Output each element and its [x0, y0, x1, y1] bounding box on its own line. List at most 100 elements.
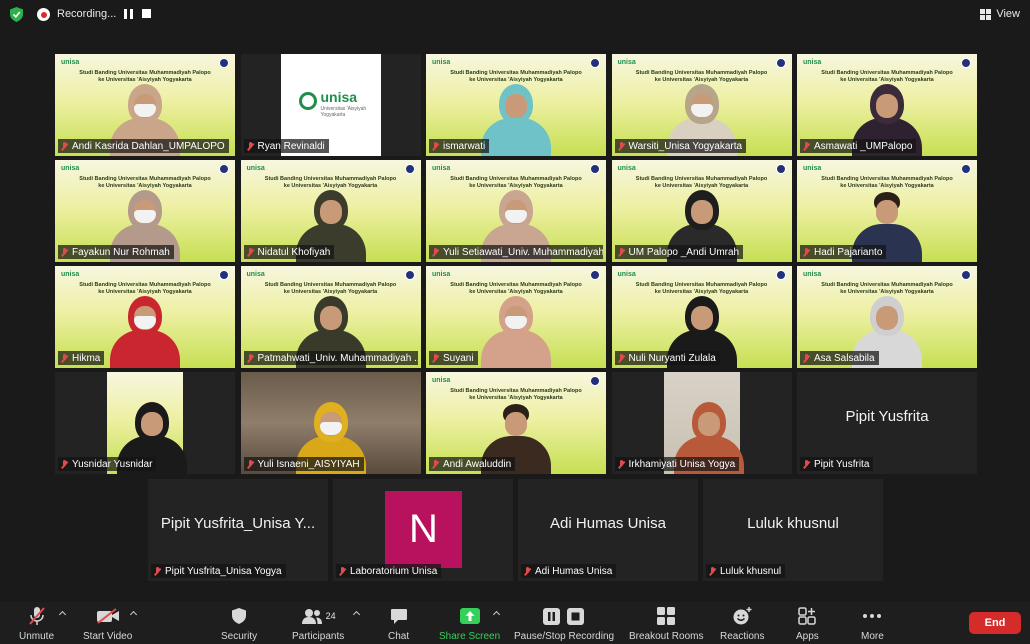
reactions-button[interactable]: Reactions: [720, 606, 764, 642]
smiley-plus-icon: [732, 606, 752, 626]
participant-tile[interactable]: unisa Studi Banding Universitas Muhammadi…: [55, 266, 235, 368]
slide-brand: unisa: [617, 59, 636, 66]
muted-mic-icon: [618, 141, 625, 151]
slide-brand: unisa: [617, 165, 636, 172]
apps-icon: [798, 606, 817, 626]
unisa-logo-icon: [298, 92, 317, 110]
participant-tile[interactable]: unisa Studi Banding Universitas Muhammadi…: [611, 160, 792, 262]
participants-button[interactable]: 24 Participants: [292, 606, 344, 642]
slide-brand: unisa: [432, 271, 451, 278]
slide-brand: unisa: [803, 59, 822, 66]
muted-mic-icon: [803, 247, 810, 257]
participant-name-tag: Asmawati _UMPalopo: [800, 139, 917, 153]
gallery-grid-last-row: Pipit Yusfrita_Unisa Y... Pipit Yusfrita_…: [148, 479, 883, 581]
participant-name: Adi Humas Unisa: [535, 565, 613, 577]
participant-tile[interactable]: unisa Universitas 'Aisyiyah Yogyakarta Rya…: [240, 54, 421, 156]
start-video-button[interactable]: Start Video: [83, 606, 132, 642]
pause-recording-icon[interactable]: [124, 9, 133, 19]
university-seal-icon: [590, 376, 600, 386]
muted-mic-icon: [432, 141, 439, 151]
participant-name-tag: Adi Humas Unisa: [521, 564, 617, 578]
participants-label: Participants: [292, 631, 345, 642]
participants-icon: 24: [301, 606, 336, 626]
participant-tile[interactable]: Adi Humas Unisa Adi Humas Unisa: [518, 479, 698, 581]
participant-tile[interactable]: unisa Studi Banding Universitas Muhammadi…: [240, 160, 421, 262]
participant-name: Fayakun Nur Rohmah: [72, 246, 170, 258]
apps-button[interactable]: Apps: [796, 606, 819, 642]
participant-tile[interactable]: unisa Studi Banding Universitas Muhammadi…: [240, 266, 421, 368]
participant-tile[interactable]: Pipit Yusfrita_Unisa Y... Pipit Yusfrita_…: [148, 479, 328, 581]
audio-options-chevron-icon[interactable]: [58, 610, 67, 619]
unmute-button[interactable]: Unmute: [19, 606, 54, 642]
participant-tile[interactable]: unisa Studi Banding Universitas Muhammadi…: [426, 372, 606, 474]
participant-tile[interactable]: unisa Studi Banding Universitas Muhammadi…: [797, 54, 977, 156]
participant-tile[interactable]: Pipit Yusfrita Pipit Yusfrita: [797, 372, 977, 474]
participant-name-tag: Laboratorium Unisa: [336, 564, 442, 578]
security-button[interactable]: Security: [221, 606, 257, 642]
participant-name: Andi Kasrida Dahlan_UMPALOPO: [72, 140, 225, 152]
participant-video-figure: [110, 288, 180, 368]
participant-name: Nuli Nuryanti Zulala: [628, 352, 716, 364]
participant-display-name: Luluk khusnul: [747, 515, 839, 532]
muted-mic-icon: [432, 353, 439, 363]
participant-display-name: Pipit Yusfrita: [845, 408, 929, 425]
view-label: View: [996, 8, 1020, 20]
meeting-top-bar: Recording... View: [0, 0, 1030, 30]
gallery-grid-icon: [980, 8, 992, 20]
share-screen-button[interactable]: Share Screen: [439, 606, 500, 642]
logo-subtitle: Universitas 'Aisyiyah Yogyakarta: [320, 106, 367, 118]
breakout-rooms-button[interactable]: Breakout Rooms: [629, 606, 703, 642]
muted-mic-icon: [803, 141, 810, 151]
participant-tile[interactable]: unisa Studi Banding Universitas Muhammadi…: [797, 266, 977, 368]
university-seal-icon: [775, 164, 786, 174]
chat-button[interactable]: Chat: [388, 606, 409, 642]
view-button[interactable]: View: [980, 8, 1020, 20]
participant-tile[interactable]: Luluk khusnul Luluk khusnul: [703, 479, 883, 581]
participant-tile[interactable]: unisa Studi Banding Universitas Muhammadi…: [55, 54, 235, 156]
participant-name: Asmawati _UMPalopo: [814, 140, 913, 152]
participant-name-tag: Ryan Revinaldi: [243, 139, 329, 153]
university-seal-icon: [590, 164, 600, 174]
university-seal-icon: [961, 164, 971, 174]
participant-name-tag: Pipit Yusfrita: [800, 457, 874, 471]
participant-name: Yusnidar Yusnidar: [72, 458, 153, 470]
participant-tile[interactable]: Yuli Isnaeni_AISYIYAH: [240, 372, 421, 474]
participant-name: Suyani: [443, 352, 474, 364]
slide-brand: unisa: [246, 271, 265, 278]
participant-name: Asa Salsabila: [814, 352, 875, 364]
chat-label: Chat: [388, 631, 410, 642]
participant-tile[interactable]: N Laboratorium Unisa: [333, 479, 513, 581]
participant-tile[interactable]: unisa Studi Banding Universitas Muhammadi…: [797, 160, 977, 262]
muted-mic-icon: [61, 353, 68, 363]
muted-mic-icon: [28, 606, 46, 626]
participant-tile[interactable]: unisa Studi Banding Universitas Muhammadi…: [426, 160, 606, 262]
participant-name-tag: Yusnidar Yusnidar: [58, 457, 157, 471]
participant-tile[interactable]: unisa Studi Banding Universitas Muhammadi…: [611, 54, 792, 156]
participant-name-tag: Hadi Pajarianto: [800, 245, 887, 259]
participant-name: Yuli Isnaeni_AISYIYAH: [257, 458, 360, 470]
more-dots-icon: [862, 606, 882, 626]
participant-tile[interactable]: Yusnidar Yusnidar: [55, 372, 235, 474]
participant-tile[interactable]: unisa Studi Banding Universitas Muhammadi…: [611, 266, 792, 368]
stop-recording-icon[interactable]: [142, 9, 151, 18]
participant-tile[interactable]: unisa Studi Banding Universitas Muhammadi…: [426, 54, 606, 156]
encryption-shield-icon[interactable]: [10, 7, 23, 22]
participant-tile[interactable]: Irkhamiyati Unisa Yogya: [611, 372, 792, 474]
university-seal-icon: [590, 270, 600, 280]
more-button[interactable]: More: [861, 606, 884, 642]
participant-name: Irkhamiyati Unisa Yogya: [628, 458, 736, 470]
participant-name: UM Palopo _Andi Umrah: [628, 246, 740, 258]
participant-tile[interactable]: unisa Studi Banding Universitas Muhammadi…: [55, 160, 235, 262]
pause-stop-recording-button[interactable]: Pause/Stop Recording: [514, 606, 614, 642]
share-screen-arrow-icon: [459, 606, 480, 626]
muted-mic-icon: [247, 247, 254, 257]
slide-brand: unisa: [432, 165, 451, 172]
participant-name: Hadi Pajarianto: [814, 246, 883, 258]
participants-options-chevron-icon[interactable]: [352, 610, 361, 619]
end-meeting-button[interactable]: End: [969, 612, 1021, 634]
participant-tile[interactable]: unisa Studi Banding Universitas Muhammadi…: [426, 266, 606, 368]
participant-name: Luluk khusnul: [720, 565, 782, 577]
participant-name: Ryan Revinaldi: [257, 140, 325, 152]
university-seal-icon: [219, 164, 229, 174]
participant-name: Pipit Yusfrita_Unisa Yogya: [165, 565, 282, 577]
